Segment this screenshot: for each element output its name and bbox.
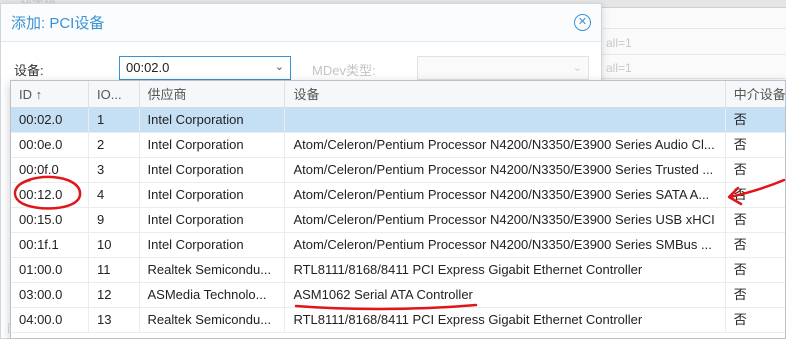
cell-iommu-group: 12 bbox=[89, 283, 140, 307]
chevron-down-icon[interactable]: ⌄ bbox=[275, 60, 284, 73]
cell-mediated: 否 bbox=[733, 212, 747, 227]
device-select[interactable]: 00:02.0 ⌄ bbox=[119, 56, 291, 80]
table-row[interactable]: 00:1f.1 10 Intel Corporation Atom/Celero… bbox=[11, 233, 785, 258]
cell-id: 01:00.0 bbox=[11, 258, 90, 282]
background-divider bbox=[600, 54, 786, 55]
cell-vendor: Intel Corporation bbox=[140, 158, 286, 182]
table-row[interactable]: 01:00.0 11 Realtek Semicondu... RTL8111/… bbox=[11, 258, 785, 283]
cell-mediated: 否 bbox=[733, 287, 747, 302]
table-row[interactable]: 00:0f.0 3 Intel Corporation Atom/Celeron… bbox=[11, 158, 785, 183]
background-divider bbox=[600, 28, 786, 29]
column-header-device[interactable]: 设备 bbox=[285, 81, 726, 107]
cell-id: 00:1f.1 bbox=[11, 233, 90, 257]
table-row[interactable]: 00:02.0 1 Intel Corporation 否 bbox=[11, 108, 785, 133]
cell-iommu-group: 13 bbox=[89, 308, 140, 332]
cell-mediated: 否 bbox=[733, 312, 747, 327]
mdev-type-label: MDev类型: bbox=[312, 63, 376, 78]
background-faint-text: all=1 bbox=[606, 61, 632, 75]
cell-id: 00:0f.0 bbox=[11, 158, 90, 182]
cell-mediated: 否 bbox=[733, 162, 747, 177]
dialog-header: 添加: PCI设备 ✕ bbox=[1, 4, 601, 42]
cell-iommu-group: 4 bbox=[89, 183, 140, 207]
cell-vendor: Intel Corporation bbox=[140, 233, 286, 257]
cell-device: Atom/Celeron/Pentium Processor N4200/N33… bbox=[285, 133, 726, 157]
pci-device-dropdown-grid: ID ↑ IO... 供应商 设备 中介设备 00:02.0 1 Intel C… bbox=[10, 80, 786, 339]
cell-device bbox=[285, 108, 726, 132]
cell-iommu-group: 9 bbox=[89, 208, 140, 232]
cell-device: Atom/Celeron/Pentium Processor N4200/N33… bbox=[285, 158, 726, 182]
cell-vendor: Realtek Semicondu... bbox=[140, 258, 286, 282]
cell-id: 00:02.0 bbox=[11, 108, 90, 132]
dialog-title: 添加: PCI设备 bbox=[11, 15, 105, 32]
cell-vendor: Realtek Semicondu... bbox=[140, 308, 286, 332]
cell-mediated: 否 bbox=[733, 262, 747, 277]
table-row[interactable]: 00:12.0 4 Intel Corporation Atom/Celeron… bbox=[11, 183, 785, 208]
cell-id: 00:0e.0 bbox=[11, 133, 90, 157]
table-row[interactable]: 04:00.0 13 Realtek Semicondu... RTL8111/… bbox=[11, 308, 785, 333]
cell-iommu-group: 3 bbox=[89, 158, 140, 182]
cell-vendor: Intel Corporation bbox=[140, 183, 286, 207]
cell-iommu-group: 11 bbox=[89, 258, 140, 282]
column-header-vendor[interactable]: 供应商 bbox=[140, 81, 286, 107]
cell-vendor: ASMedia Technolo... bbox=[140, 283, 286, 307]
cell-id: 03:00.0 bbox=[11, 283, 90, 307]
mdev-type-select: ⌄ bbox=[417, 56, 589, 80]
column-header-iommu-group[interactable]: IO... bbox=[89, 81, 140, 107]
cell-vendor: Intel Corporation bbox=[140, 208, 286, 232]
background-divider bbox=[600, 78, 786, 79]
cell-vendor: Intel Corporation bbox=[140, 133, 286, 157]
table-row[interactable]: 00:0e.0 2 Intel Corporation Atom/Celeron… bbox=[11, 133, 785, 158]
background-faint-text: all=1 bbox=[606, 36, 632, 50]
cell-device: Atom/Celeron/Pentium Processor N4200/N33… bbox=[285, 208, 726, 232]
cell-id: 00:12.0 bbox=[11, 183, 90, 207]
device-select-value: 00:02.0 bbox=[126, 60, 170, 75]
column-header-mediated-device[interactable]: 中介设备 bbox=[726, 81, 785, 107]
cell-device: ASM1062 Serial ATA Controller bbox=[285, 283, 726, 307]
cell-id: 04:00.0 bbox=[11, 308, 90, 332]
device-label: 设备: bbox=[14, 63, 44, 78]
cell-iommu-group: 1 bbox=[89, 108, 140, 132]
cell-vendor: Intel Corporation bbox=[140, 108, 286, 132]
cell-id: 00:15.0 bbox=[11, 208, 90, 232]
grid-header: ID ↑ IO... 供应商 设备 中介设备 bbox=[11, 81, 785, 108]
cell-mediated: 否 bbox=[733, 187, 747, 202]
column-header-id[interactable]: ID ↑ bbox=[11, 81, 90, 107]
chevron-down-icon: ⌄ bbox=[572, 62, 582, 74]
close-icon[interactable]: ✕ bbox=[574, 14, 591, 31]
cell-device: RTL8111/8168/8411 PCI Express Gigabit Et… bbox=[285, 308, 726, 332]
cell-iommu-group: 2 bbox=[89, 133, 140, 157]
cell-mediated: 否 bbox=[733, 237, 747, 252]
cell-mediated: 否 bbox=[733, 137, 747, 152]
table-row[interactable]: 03:00.0 12 ASMedia Technolo... ASM1062 S… bbox=[11, 283, 785, 308]
cell-device: Atom/Celeron/Pentium Processor N4200/N33… bbox=[285, 233, 726, 257]
table-row[interactable]: 00:15.0 9 Intel Corporation Atom/Celeron… bbox=[11, 208, 785, 233]
cell-mediated: 否 bbox=[733, 112, 747, 127]
cell-device: Atom/Celeron/Pentium Processor N4200/N33… bbox=[285, 183, 726, 207]
cell-device: RTL8111/8168/8411 PCI Express Gigabit Et… bbox=[285, 258, 726, 282]
cell-iommu-group: 10 bbox=[89, 233, 140, 257]
